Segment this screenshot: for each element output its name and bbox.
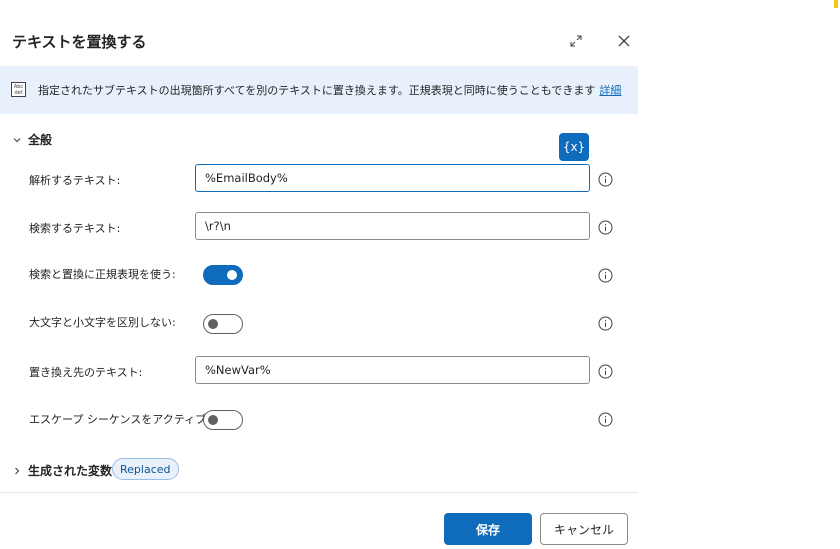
- footer-divider: [0, 492, 638, 493]
- banner-description: 指定されたサブテキストの出現箇所すべてを別のテキストに置き換えます。正規表現と同…: [38, 82, 621, 98]
- text-to-parse-label: 解析するテキスト:: [29, 174, 121, 187]
- info-icon: [598, 412, 613, 427]
- replace-with-input[interactable]: %NewVar%: [195, 356, 590, 384]
- info-icon: [598, 268, 613, 283]
- variables-section-title: 生成された変数: [28, 464, 113, 478]
- variable-chip-replaced[interactable]: Replaced: [112, 458, 179, 480]
- ignore-case-label: 大文字と小文字を区別しない:: [29, 316, 176, 329]
- text-to-parse-input[interactable]: %EmailBody%: [195, 164, 590, 192]
- text-to-find-label: 検索するテキスト:: [29, 222, 121, 235]
- toggle-knob: [208, 415, 218, 425]
- info-icon: [598, 220, 613, 235]
- cancel-button[interactable]: キャンセル: [540, 513, 628, 545]
- insert-variable-button[interactable]: {x}: [559, 133, 589, 161]
- replace-with-label: 置き換え先のテキスト:: [29, 366, 143, 379]
- use-regex-info[interactable]: [598, 268, 613, 283]
- text-to-find-info[interactable]: [598, 220, 613, 235]
- banner-text: 指定されたサブテキストの出現箇所すべてを別のテキストに置き換えます。正規表現と同…: [38, 84, 596, 97]
- replace-with-info[interactable]: [598, 364, 613, 379]
- close-icon: [618, 35, 630, 47]
- save-button[interactable]: 保存: [444, 513, 532, 545]
- close-button[interactable]: [613, 30, 635, 52]
- toggle-knob: [208, 319, 218, 329]
- general-section-toggle[interactable]: 全般: [12, 131, 52, 148]
- expand-icon: [570, 35, 582, 47]
- variables-section-toggle[interactable]: 生成された変数: [12, 462, 112, 479]
- corner-accent: [834, 0, 838, 8]
- general-section-title: 全般: [28, 133, 53, 147]
- activate-escape-toggle[interactable]: [203, 410, 243, 430]
- use-regex-toggle[interactable]: [203, 265, 243, 285]
- chevron-right-icon: [15, 467, 20, 474]
- learn-more-link[interactable]: 詳細: [599, 84, 621, 97]
- activate-escape-label: エスケープ シーケンスをアクティブ化:: [29, 413, 221, 426]
- text-to-find-input[interactable]: \r?\n: [195, 212, 590, 240]
- activate-escape-info[interactable]: [598, 412, 613, 427]
- replace-text-dialog: テキストを置換する Abc def 指定されたサブテキストの出現箇所すべてを別のテ…: [0, 0, 638, 549]
- toggle-knob: [227, 270, 237, 280]
- expand-button[interactable]: [565, 30, 587, 52]
- info-icon: [598, 364, 613, 379]
- use-regex-label: 検索と置換に正規表現を使う:: [29, 268, 176, 281]
- info-icon: [598, 172, 613, 187]
- abc-text-icon: Abc def: [11, 82, 26, 97]
- ignore-case-toggle[interactable]: [203, 314, 243, 334]
- info-icon: [598, 316, 613, 331]
- chevron-down-icon: [13, 137, 21, 142]
- ignore-case-info[interactable]: [598, 316, 613, 331]
- dialog-title: テキストを置換する: [12, 33, 147, 51]
- text-to-parse-info[interactable]: [598, 172, 613, 187]
